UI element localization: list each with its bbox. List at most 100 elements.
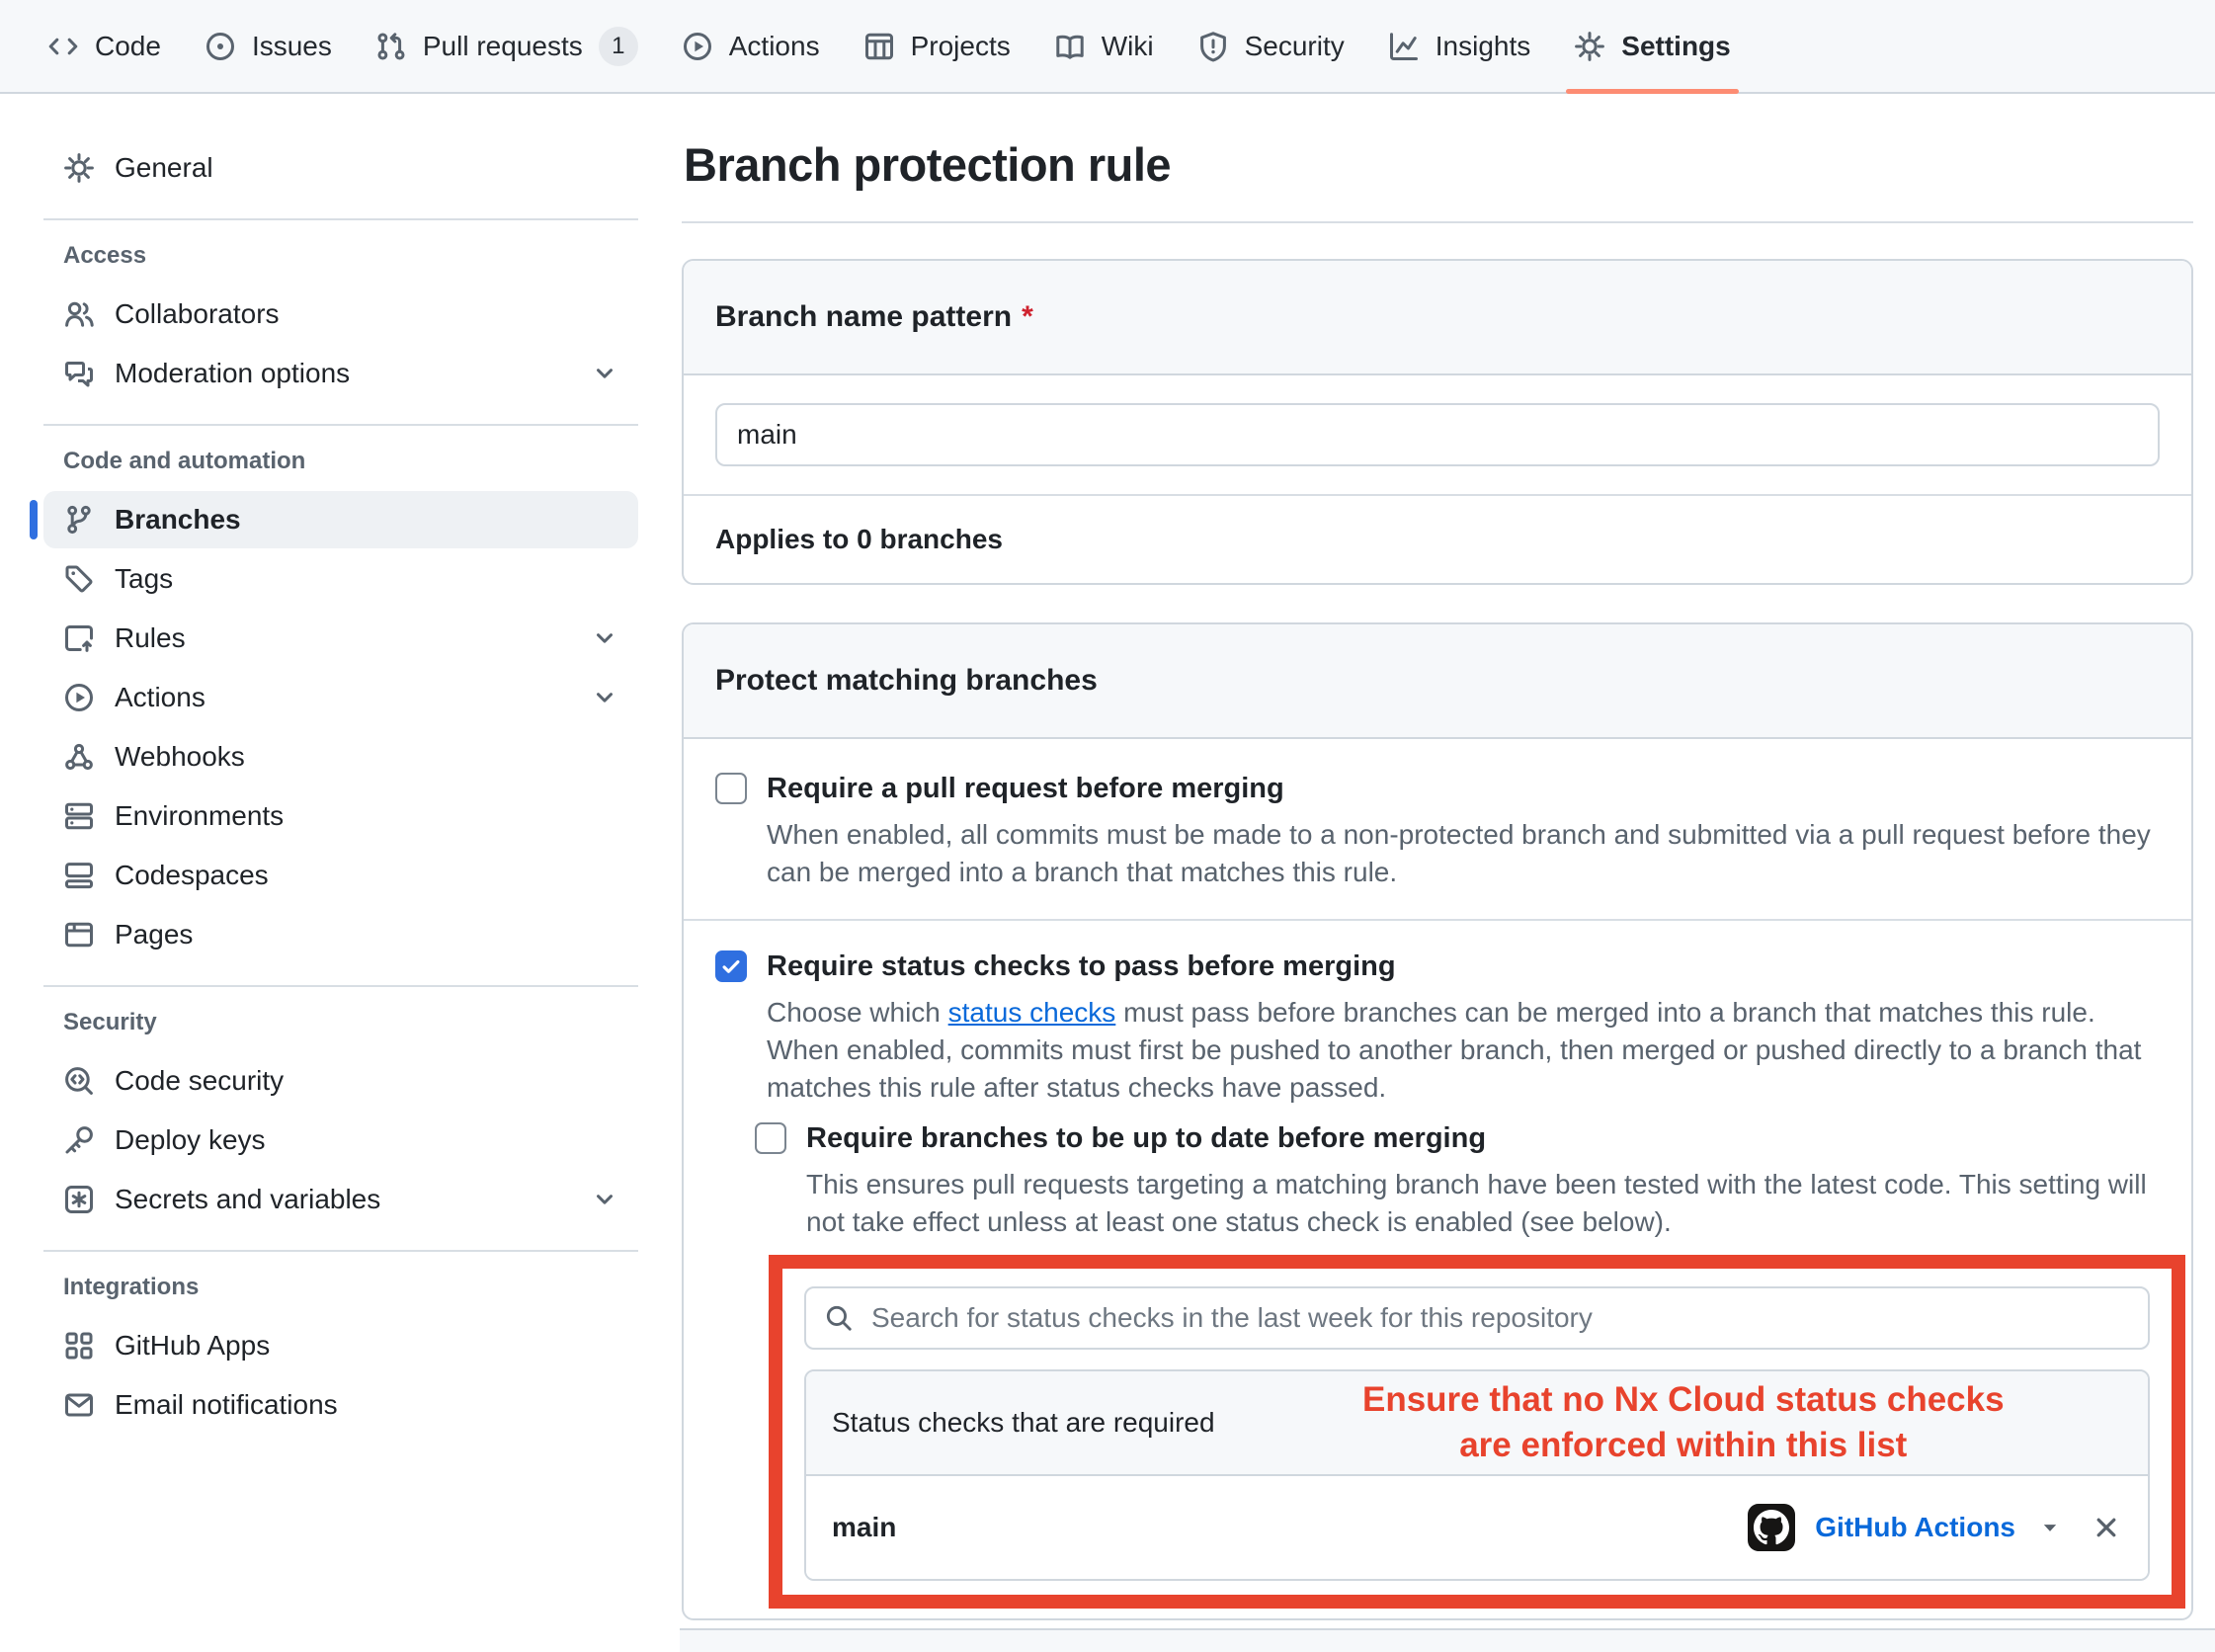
require-up-to-date-checkbox[interactable] <box>755 1122 786 1154</box>
search-icon <box>824 1303 854 1333</box>
sidebar-item-codespaces[interactable]: Codespaces <box>43 847 638 904</box>
tab-issues[interactable]: Issues <box>183 0 354 92</box>
project-icon <box>863 31 895 62</box>
annotation-highlight-box: Status checks that are required Ensure t… <box>769 1255 2185 1609</box>
sidebar-item-label: Pages <box>115 919 193 950</box>
sidebar-item-secrets-variables[interactable]: Secrets and variables <box>43 1171 638 1228</box>
tab-label: Projects <box>911 31 1011 62</box>
sidebar-item-pages[interactable]: Pages <box>43 906 638 963</box>
sidebar-item-code-security[interactable]: Code security <box>43 1052 638 1110</box>
repo-tab-nav: Code Issues Pull requests1 Actions Proje… <box>0 0 2215 94</box>
status-checks-link[interactable]: status checks <box>948 997 1116 1028</box>
sidebar-item-label: Code security <box>115 1065 284 1097</box>
page-title: Branch protection rule <box>684 137 2193 192</box>
sidebar-item-email-notifications[interactable]: Email notifications <box>43 1376 638 1434</box>
next-section-cutoff <box>680 1628 2215 1652</box>
sidebar-item-label: GitHub Apps <box>115 1330 270 1362</box>
sidebar-item-moderation-options[interactable]: Moderation options <box>43 345 638 402</box>
sidebar-section-integrations: Integrations <box>63 1274 638 1301</box>
sidebar-section-security: Security <box>63 1009 638 1036</box>
require-up-to-date-description: This ensures pull requests targeting a m… <box>806 1166 2160 1241</box>
sidebar-item-github-apps[interactable]: GitHub Apps <box>43 1317 638 1374</box>
protect-matching-branches-card: Protect matching branches Require a pull… <box>682 622 2193 1620</box>
require-pr-checkbox[interactable] <box>715 773 747 804</box>
annotation-text: Ensure that no Nx Cloud status checks ar… <box>1215 1377 2122 1468</box>
branch-protection-content: Branch protection rule Branch name patte… <box>654 94 2215 1652</box>
require-pr-section: Require a pull request before merging Wh… <box>684 739 2191 919</box>
check-icon <box>719 954 743 978</box>
require-status-checks-description: Choose which status checks must pass bef… <box>767 994 2160 1107</box>
rules-icon <box>63 622 95 654</box>
pull-request-icon <box>375 31 407 62</box>
require-pr-label: Require a pull request before merging <box>767 769 1284 808</box>
sidebar-item-tags[interactable]: Tags <box>43 550 638 608</box>
require-pr-description: When enabled, all commits must be made t… <box>767 816 2160 891</box>
divider <box>43 218 638 220</box>
gear-icon <box>1574 31 1605 62</box>
required-status-checks-box: Status checks that are required Ensure t… <box>804 1369 2150 1581</box>
branch-name-pattern-input[interactable] <box>715 403 2160 466</box>
tab-settings[interactable]: Settings <box>1552 0 1752 92</box>
sidebar-item-label: Environments <box>115 800 284 832</box>
sidebar-section-code-automation: Code and automation <box>63 448 638 475</box>
play-icon <box>682 31 713 62</box>
status-check-row-main: main GitHub Actions <box>806 1476 2148 1579</box>
issue-icon <box>205 31 236 62</box>
tab-projects[interactable]: Projects <box>842 0 1032 92</box>
sidebar-item-actions[interactable]: Actions <box>43 669 638 726</box>
chevron-down-icon <box>591 360 618 387</box>
protect-matching-branches-header: Protect matching branches <box>684 624 2191 739</box>
gear-icon <box>63 152 95 184</box>
sidebar-item-label: Tags <box>115 563 173 595</box>
require-status-checks-section: Require status checks to pass before mer… <box>684 919 2191 1618</box>
tab-label: Wiki <box>1102 31 1154 62</box>
tab-actions[interactable]: Actions <box>660 0 842 92</box>
asterisk-box-icon <box>63 1184 95 1215</box>
sidebar-section-access: Access <box>63 242 638 270</box>
sidebar-item-environments[interactable]: Environments <box>43 787 638 845</box>
sidebar-item-webhooks[interactable]: Webhooks <box>43 728 638 785</box>
remove-status-check-icon[interactable] <box>2091 1512 2122 1543</box>
divider <box>682 221 2193 223</box>
server-icon <box>63 800 95 832</box>
annotation-line-1: Ensure that no Nx Cloud status checks <box>1362 1380 2005 1419</box>
require-status-checks-checkbox[interactable] <box>715 950 747 982</box>
sidebar-item-branches[interactable]: Branches <box>43 491 638 548</box>
required-status-checks-header: Status checks that are required Ensure t… <box>806 1371 2148 1476</box>
play-icon <box>63 682 95 713</box>
sidebar-item-deploy-keys[interactable]: Deploy keys <box>43 1112 638 1169</box>
sidebar-item-label: General <box>115 152 213 184</box>
sidebar-item-rules[interactable]: Rules <box>43 610 638 667</box>
divider <box>43 424 638 426</box>
branch-name-pattern-card: Branch name pattern* Applies to 0 branch… <box>682 259 2193 585</box>
sidebar-item-label: Codespaces <box>115 860 269 891</box>
tab-security[interactable]: Security <box>1176 0 1366 92</box>
applies-to-branches-text: Applies to 0 branches <box>684 494 2191 583</box>
github-actions-link[interactable]: GitHub Actions <box>1815 1512 2015 1543</box>
tab-pull-requests[interactable]: Pull requests1 <box>354 0 660 92</box>
tab-wiki[interactable]: Wiki <box>1032 0 1176 92</box>
status-checks-search-input[interactable] <box>804 1286 2150 1350</box>
branch-name-input-section <box>684 375 2191 494</box>
chevron-down-icon <box>591 624 618 652</box>
book-icon <box>1054 31 1086 62</box>
tab-label: Pull requests <box>423 31 583 62</box>
tab-insights[interactable]: Insights <box>1366 0 1553 92</box>
tab-label: Insights <box>1436 31 1531 62</box>
sidebar-item-label: Secrets and variables <box>115 1184 380 1215</box>
sidebar-item-label: Webhooks <box>115 741 245 773</box>
sidebar-item-general[interactable]: General <box>43 139 638 197</box>
sidebar-item-label: Email notifications <box>115 1389 338 1421</box>
tab-code[interactable]: Code <box>26 0 183 92</box>
sidebar-item-label: Deploy keys <box>115 1124 266 1156</box>
divider <box>43 985 638 987</box>
browser-icon <box>63 919 95 950</box>
caret-down-icon[interactable] <box>2037 1515 2063 1540</box>
tab-label: Actions <box>729 31 820 62</box>
branch-name-pattern-header: Branch name pattern* <box>684 261 2191 375</box>
tab-label: Security <box>1245 31 1345 62</box>
chevron-down-icon <box>591 684 618 711</box>
sidebar-item-collaborators[interactable]: Collaborators <box>43 286 638 343</box>
codespaces-icon <box>63 860 95 891</box>
octocat-icon <box>1754 1510 1789 1545</box>
